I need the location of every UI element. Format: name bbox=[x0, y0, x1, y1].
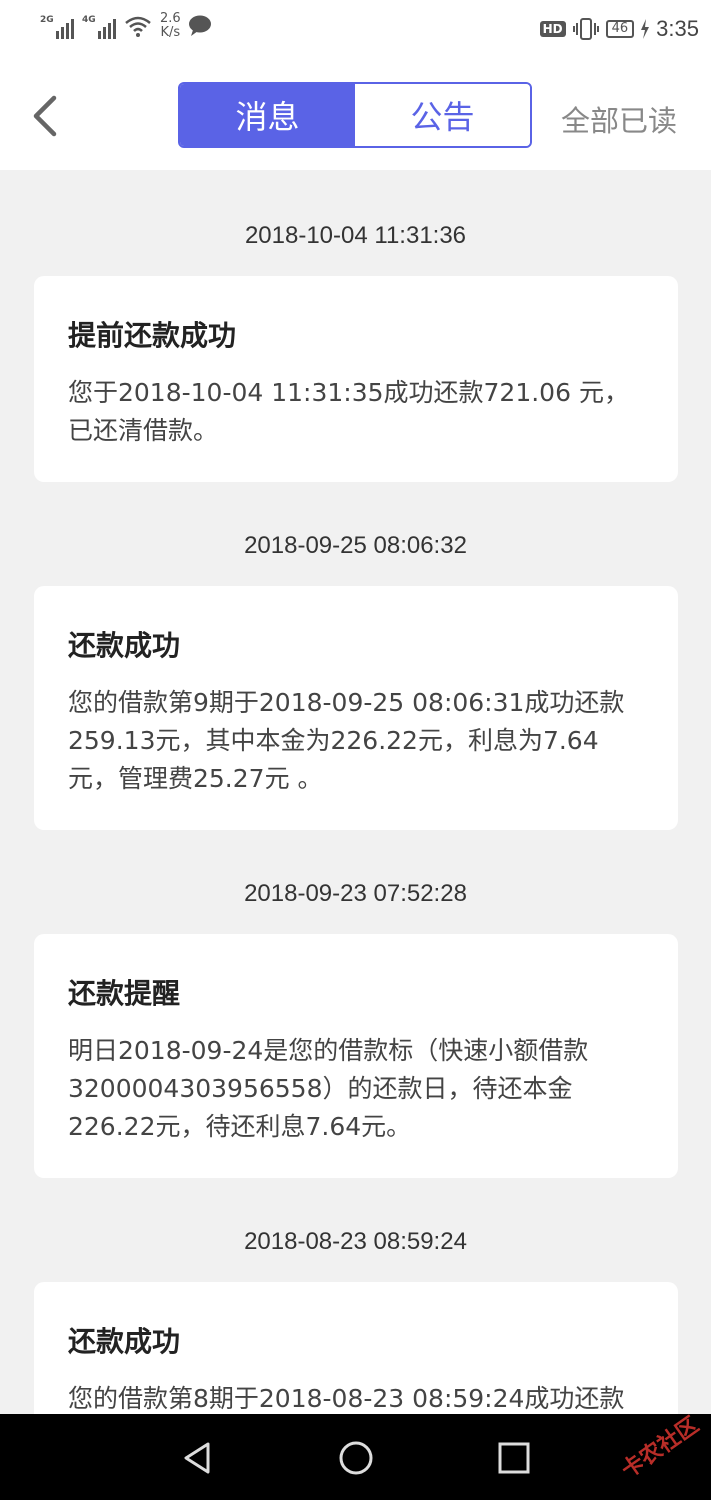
message-title: 还款成功 bbox=[68, 629, 181, 662]
network-type-label: 4G bbox=[82, 15, 96, 25]
message-card[interactable]: 提前还款成功 您于2018-10-04 11:31:35成功还款721.06 元… bbox=[34, 276, 678, 482]
message-title: 提前还款成功 bbox=[68, 319, 237, 352]
message-title: 还款成功 bbox=[68, 1325, 181, 1358]
message-card[interactable]: 还款提醒 明日2018-09-24是您的借款标（快速小额借款3200004303… bbox=[34, 934, 678, 1178]
nav-recents-button[interactable] bbox=[492, 1436, 536, 1480]
vibrate-icon bbox=[572, 18, 599, 40]
message-body: 您于2018-10-04 11:31:35成功还款721.06 元，已还清借款。 bbox=[68, 378, 629, 445]
nav-back-button[interactable] bbox=[176, 1436, 220, 1480]
battery-icon: 46 bbox=[605, 20, 635, 38]
chat-bubble-icon bbox=[188, 15, 211, 36]
message-body: 明日2018-09-24是您的借款标（快速小额借款320000430395655… bbox=[68, 1036, 589, 1141]
mark-all-read-button[interactable]: 全部已读 bbox=[561, 98, 677, 140]
tab-messages[interactable]: 消息 bbox=[180, 84, 355, 146]
triangle-back-icon bbox=[184, 1442, 210, 1474]
back-button[interactable] bbox=[24, 90, 68, 140]
status-bar: 2G 4G 2.6 K/s HD 46 3:35 bbox=[0, 0, 711, 62]
header: 消息 公告 全部已读 bbox=[0, 62, 711, 170]
tab-announcements[interactable]: 公告 bbox=[355, 84, 530, 146]
charging-icon bbox=[641, 19, 650, 39]
net-speed: 2.6 K/s bbox=[160, 11, 181, 40]
signal-icon: 4G bbox=[82, 13, 118, 39]
square-recents-icon bbox=[498, 1442, 530, 1474]
message-title: 还款提醒 bbox=[68, 977, 181, 1010]
hd-badge: HD bbox=[539, 21, 566, 37]
clock: 3:35 bbox=[656, 16, 699, 41]
wifi-icon bbox=[125, 16, 151, 37]
navigation-bar bbox=[0, 1414, 711, 1500]
message-body: 您的借款第8期于2018-08-23 08:59:24成功还款 bbox=[68, 1384, 625, 1413]
chevron-left-icon bbox=[33, 95, 57, 137]
message-body: 您的借款第9期于2018-09-25 08:06:31成功还款259.13元，其… bbox=[68, 688, 625, 793]
signal-icon: 2G bbox=[40, 13, 76, 39]
nav-home-button[interactable] bbox=[334, 1436, 378, 1480]
tab-group: 消息 公告 bbox=[178, 82, 532, 148]
message-timestamp: 2018-10-04 11:31:36 bbox=[244, 222, 467, 249]
message-timestamp: 2018-08-23 08:59:24 bbox=[244, 1228, 467, 1255]
message-card[interactable]: 还款成功 您的借款第9期于2018-09-25 08:06:31成功还款259.… bbox=[34, 586, 678, 830]
circle-home-icon bbox=[339, 1441, 373, 1475]
message-timestamp: 2018-09-23 07:52:28 bbox=[244, 880, 467, 907]
message-timestamp: 2018-09-25 08:06:32 bbox=[244, 532, 467, 559]
network-type-label: 2G bbox=[40, 15, 54, 25]
